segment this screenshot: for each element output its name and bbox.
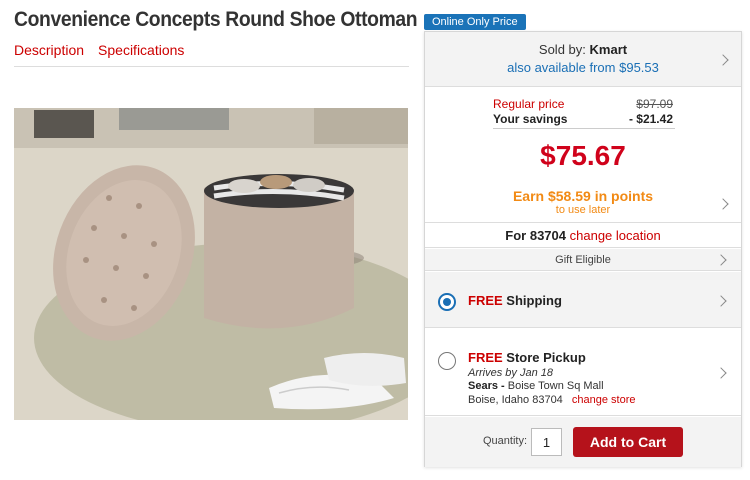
purchase-panel: Sold by: Kmart also available from $95.5…	[424, 31, 742, 467]
pickup-radio[interactable]	[438, 352, 456, 370]
store-address: Boise, Idaho 83704 change store	[468, 394, 635, 406]
regular-price-value: $97.09	[636, 97, 673, 111]
store-address-text: Boise, Idaho 83704	[468, 394, 563, 406]
product-title: Convenience Concepts Round Shoe Ottoman	[14, 8, 418, 31]
change-location-link[interactable]: change location	[570, 228, 661, 243]
seller-section[interactable]: Sold by: Kmart also available from $95.5…	[425, 32, 741, 87]
quantity-label: Quantity:	[483, 435, 528, 447]
pickup-store: Sears - Boise Town Sq Mall	[468, 380, 604, 392]
regular-price-label: Regular price	[493, 97, 565, 111]
sold-by-name: Kmart	[589, 42, 628, 57]
gift-eligible-row[interactable]: Gift Eligible	[425, 249, 741, 271]
savings-value: - $21.42	[628, 112, 673, 126]
store-name: Sears -	[468, 380, 505, 392]
shipping-label: FREE Shipping	[468, 293, 562, 308]
zip-code: For 83704	[505, 228, 566, 243]
online-only-badge: Online Only Price	[424, 14, 526, 30]
shipping-text: Shipping	[506, 293, 562, 308]
chevron-right-icon	[715, 295, 727, 307]
chevron-right-icon	[715, 254, 727, 266]
gift-eligible-label: Gift Eligible	[555, 254, 611, 266]
ottoman-photo	[14, 108, 408, 420]
price-section[interactable]: Regular price $97.09 Your savings - $21.…	[425, 88, 741, 223]
change-store-link[interactable]: change store	[572, 394, 636, 406]
sold-by-label: Sold by:	[538, 42, 586, 57]
tab-specifications[interactable]: Specifications	[98, 42, 184, 58]
sold-by: Sold by: Kmart	[425, 42, 741, 57]
chevron-right-icon	[715, 367, 727, 379]
store-pickup-option[interactable]: FREE Store Pickup Arrives by Jan 18 Sear…	[425, 329, 741, 416]
shipping-option[interactable]: FREE Shipping	[425, 272, 741, 328]
savings-label: Your savings	[493, 112, 568, 126]
also-available-link[interactable]: also available from $95.53	[425, 60, 741, 75]
pickup-label: FREE Store Pickup	[468, 350, 586, 365]
sale-price: $75.67	[540, 140, 626, 171]
shipping-radio[interactable]	[438, 293, 456, 311]
tab-description[interactable]: Description	[14, 42, 84, 58]
pickup-text: Store Pickup	[506, 350, 586, 365]
free-label: FREE	[468, 293, 503, 308]
tabs-divider	[14, 66, 409, 67]
price-divider	[493, 128, 675, 129]
product-image[interactable]	[14, 108, 408, 420]
store-location: Boise Town Sq Mall	[507, 380, 604, 392]
pickup-arrival: Arrives by Jan 18	[468, 367, 553, 379]
points-subtext: to use later	[555, 204, 611, 216]
cart-row: Quantity: Add to Cart	[425, 417, 741, 467]
points-offer: Earn $58.59 in points	[512, 188, 654, 204]
add-to-cart-button[interactable]: Add to Cart	[573, 427, 683, 457]
location-row: For 83704 change location	[425, 224, 741, 248]
quantity-input[interactable]	[531, 428, 562, 456]
free-label: FREE	[468, 350, 503, 365]
product-tabs: Description Specifications	[14, 42, 184, 58]
